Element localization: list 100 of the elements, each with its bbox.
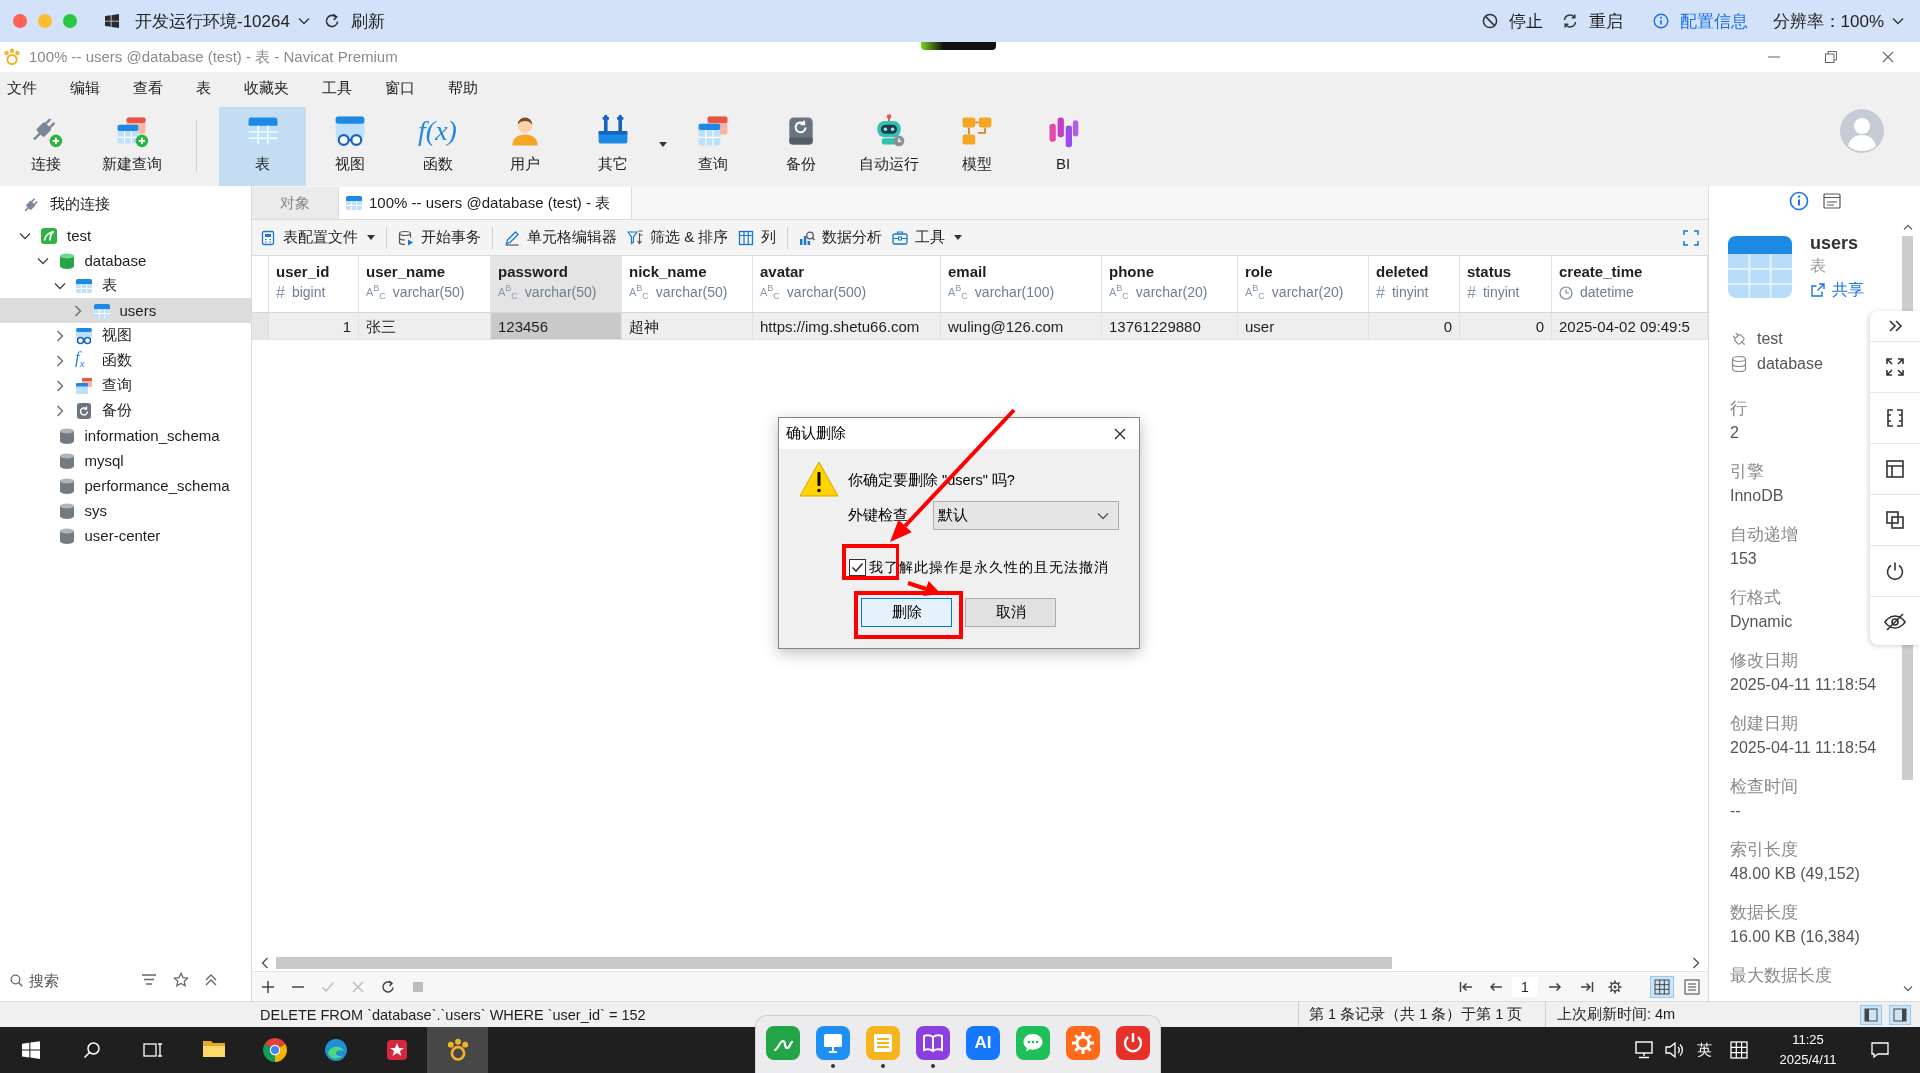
menu-item[interactable]: 收藏夹 (244, 78, 289, 98)
caret-icon[interactable] (954, 235, 963, 240)
toolbar-button[interactable]: 表 (219, 107, 306, 186)
volume-icon[interactable] (1664, 1041, 1684, 1059)
clock-time[interactable]: 11:25 (1792, 1030, 1824, 1050)
settings-icon[interactable] (1608, 979, 1622, 994)
dialog-button[interactable]: 取消 (965, 598, 1056, 627)
column-header[interactable]: status # tinyint (1460, 256, 1552, 313)
menu-item[interactable]: 帮助 (448, 78, 478, 98)
foreign-key-select[interactable]: 默认 (933, 501, 1119, 530)
tree-item[interactable]: f$_{x}$ 函数 (0, 348, 251, 373)
close-icon[interactable] (1114, 427, 1126, 440)
clock-date[interactable]: 2025/4/11 (1779, 1050, 1837, 1070)
menu-item[interactable]: 文件 (7, 78, 37, 98)
toolbar-button[interactable]: 新建查询 (90, 107, 174, 186)
tree-item[interactable]: sys (0, 498, 251, 523)
panel-right-icon[interactable] (1889, 1004, 1911, 1025)
toolbar-button[interactable]: BI (1021, 107, 1105, 186)
power-app-icon[interactable] (1116, 1026, 1150, 1060)
tree-item[interactable]: information_schema (0, 423, 251, 448)
ai-app-button[interactable]: AI (966, 1026, 1000, 1060)
toolbar-button[interactable]: 单元格编辑器 (499, 223, 622, 252)
toolbar-button[interactable]: 数据分析 (794, 223, 888, 252)
tab[interactable]: 100% -- users @database (test) - 表 (339, 187, 633, 219)
toolbar-button[interactable]: 开始事务 (393, 223, 486, 252)
monitor-app-icon[interactable] (816, 1026, 850, 1060)
toolbar-button[interactable]: 模型 (933, 107, 1021, 186)
column-header[interactable]: role A$^{B}$$_{C}$ varchar(20) (1238, 256, 1369, 313)
grid-view-icon[interactable] (1650, 975, 1674, 998)
tree-item[interactable]: users (0, 298, 251, 323)
column-header[interactable]: nick_name A$^{B}$$_{C}$ varchar(50) (622, 256, 753, 313)
scroll-down-icon[interactable] (1903, 986, 1913, 992)
caret-icon[interactable] (659, 142, 667, 147)
star-icon[interactable] (173, 972, 189, 988)
scrollbar-thumb[interactable] (276, 956, 1392, 969)
panel-left-icon[interactable] (1860, 1004, 1882, 1025)
eye-off-icon[interactable] (1884, 612, 1906, 632)
tree-item[interactable]: test (0, 223, 251, 248)
scroll-up-icon[interactable] (1903, 224, 1913, 230)
toolbar-button[interactable]: 列 (733, 223, 782, 252)
tree-item[interactable]: user-center (0, 523, 251, 548)
column-header[interactable]: user_id # bigint (269, 256, 359, 313)
toolbar-button[interactable]: 视图 (306, 107, 394, 186)
menu-item[interactable]: 表 (196, 78, 211, 98)
taskbar-button[interactable] (427, 1027, 488, 1073)
checkbox[interactable] (849, 559, 866, 576)
first-page-icon[interactable] (1459, 979, 1473, 994)
tree-item[interactable]: 视图 (0, 323, 251, 348)
copy-icon[interactable] (1885, 510, 1905, 530)
refresh-icon[interactable] (381, 979, 395, 994)
tree-item[interactable]: performance_schema (0, 473, 251, 498)
power-icon[interactable] (1885, 561, 1905, 581)
split-columns-icon[interactable] (1885, 408, 1905, 428)
restart-button[interactable]: 重启 (1561, 9, 1623, 33)
toolbar-button[interactable]: 自动运行 (845, 107, 933, 186)
resolution-dropdown[interactable]: 分辨率：100% (1772, 9, 1905, 33)
column-header[interactable]: password A$^{B}$$_{C}$ varchar(50) (491, 256, 622, 313)
scroll-right-icon[interactable] (1692, 956, 1700, 969)
menu-item[interactable]: 窗口 (385, 78, 415, 98)
menu-item[interactable]: 工具 (322, 78, 352, 98)
notification-icon[interactable] (1870, 1040, 1890, 1060)
toolbar-button[interactable]: 工具 (887, 223, 968, 252)
info-button[interactable]: 配置信息 (1652, 9, 1748, 33)
share-button[interactable]: 共享 (1810, 277, 1864, 303)
toolbar-button[interactable]: 查询 (669, 107, 757, 186)
toolbar-button[interactable]: 筛选 & 排序 (622, 223, 734, 252)
column-header[interactable]: create_time datetime (1552, 256, 1708, 313)
tree-item[interactable]: 查询 (0, 373, 251, 398)
restore-icon[interactable] (1825, 51, 1837, 63)
table-row[interactable]: 1 张三 123456 超神 https://img.shetu66.com wuling@126.com 13761229880 user 0 0 2025-04-02 09:49:5 (252, 313, 1708, 340)
signature-app-icon[interactable] (766, 1026, 800, 1060)
plus-icon[interactable] (261, 979, 275, 994)
scroll-left-icon[interactable] (261, 956, 269, 969)
column-header[interactable]: deleted # tinyint (1369, 256, 1460, 313)
collapse-icon[interactable] (203, 972, 219, 988)
dialog-button[interactable]: 删除 (861, 598, 952, 627)
keyboard-grid-icon[interactable] (1730, 1041, 1748, 1059)
double-chevron-icon[interactable] (1887, 318, 1903, 334)
toolbar-button[interactable]: 连接 (2, 107, 90, 186)
tree-item[interactable]: 备份 (0, 398, 251, 423)
toolbar-button[interactable]: 用户 (481, 107, 569, 186)
input-method-indicator[interactable]: 英 (1696, 1040, 1712, 1060)
tree-item[interactable]: mysql (0, 448, 251, 473)
network-icon[interactable] (1633, 1041, 1655, 1059)
toolbar-button[interactable]: 备份 (757, 107, 845, 186)
book-app-icon[interactable] (916, 1026, 950, 1060)
column-header[interactable]: avatar A$^{B}$$_{C}$ varchar(500) (753, 256, 941, 313)
layout-icon[interactable] (1885, 459, 1905, 479)
gear-app-icon[interactable] (1066, 1026, 1100, 1060)
tree-item[interactable]: 表 (0, 273, 251, 298)
column-header[interactable]: phone A$^{B}$$_{C}$ varchar(20) (1102, 256, 1238, 313)
last-page-icon[interactable] (1580, 979, 1594, 994)
page-field[interactable]: 1 (1512, 976, 1538, 997)
filter-icon[interactable] (141, 972, 157, 988)
tree-item[interactable]: database (0, 248, 251, 273)
document-icon[interactable] (1822, 193, 1841, 209)
column-header[interactable]: email A$^{B}$$_{C}$ varchar(100) (941, 256, 1102, 313)
column-header[interactable]: user_name A$^{B}$$_{C}$ varchar(50) (359, 256, 491, 313)
info-icon[interactable] (1788, 191, 1809, 211)
caret-icon[interactable] (367, 235, 375, 240)
